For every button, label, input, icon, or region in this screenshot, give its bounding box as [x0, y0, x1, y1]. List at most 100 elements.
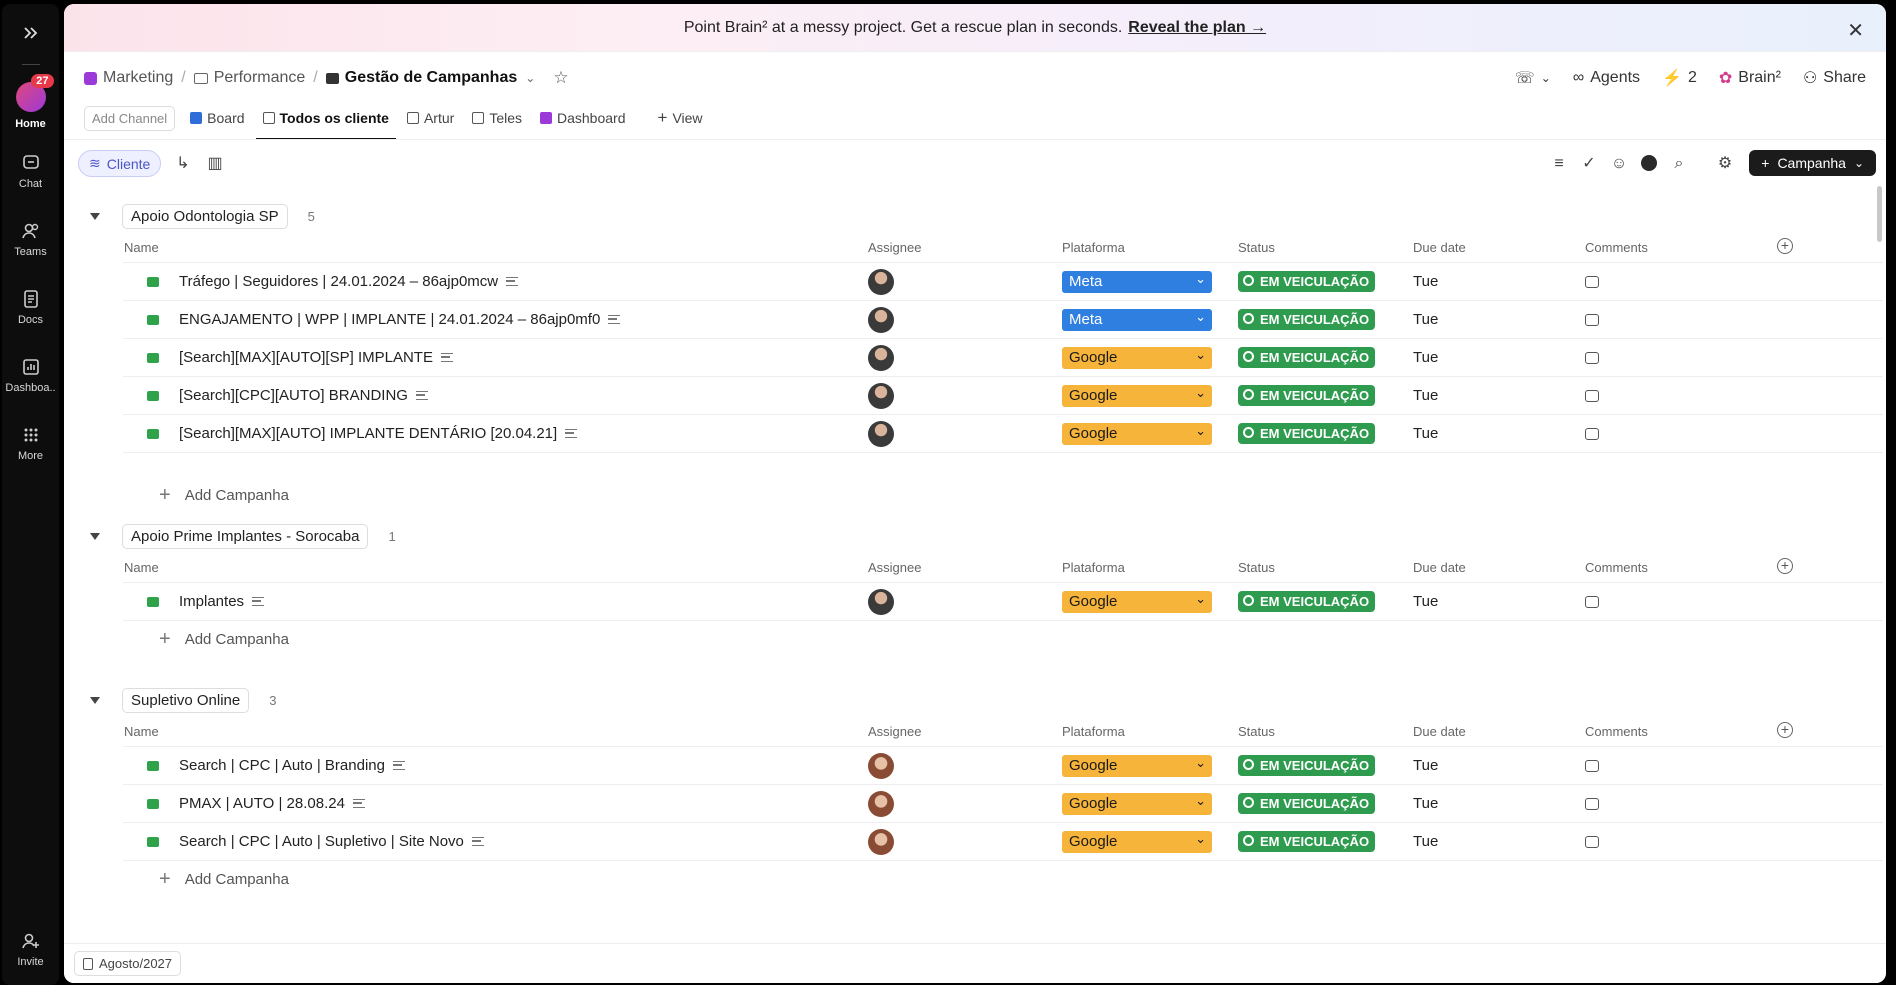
table-row[interactable]: Tráfego | Seguidores | 24.01.2024 – 86aj…	[123, 262, 1883, 300]
avatar[interactable]	[868, 588, 894, 615]
breadcrumb-list[interactable]: Gestão de Campanhas	[345, 69, 518, 87]
status-badge[interactable]: EM VEICULAÇÃO	[1238, 793, 1376, 814]
comment-icon[interactable]	[1585, 427, 1599, 440]
plataforma-select[interactable]: Google	[1062, 828, 1212, 853]
status-badge[interactable]: EM VEICULAÇÃO	[1238, 271, 1376, 292]
col-assignee[interactable]: Assignee	[868, 240, 921, 255]
avatar[interactable]	[868, 752, 894, 779]
col-status[interactable]: Status	[1238, 240, 1275, 255]
group-header[interactable]: Apoio Prime Implantes - Sorocaba 1	[90, 524, 396, 549]
group-header[interactable]: Apoio Odontologia SP 5	[90, 204, 315, 229]
status-badge[interactable]: EM VEICULAÇÃO	[1238, 831, 1376, 852]
avatar[interactable]	[1640, 155, 1658, 173]
due-date[interactable]: Tue	[1413, 757, 1438, 774]
plataforma-select[interactable]: Google	[1062, 420, 1212, 445]
table-row[interactable]: Search | CPC | Auto | Branding Google EM…	[123, 746, 1883, 784]
plataforma-select[interactable]: Google	[1062, 752, 1212, 777]
plataforma-select[interactable]: Google	[1062, 790, 1212, 815]
col-comments[interactable]: Comments	[1585, 560, 1648, 575]
group-by-pill[interactable]: ≋ Cliente	[78, 150, 162, 177]
status-badge[interactable]: EM VEICULAÇÃO	[1238, 309, 1376, 330]
col-status[interactable]: Status	[1238, 724, 1275, 739]
gear-icon[interactable]: ⚙	[1716, 155, 1734, 173]
task-name[interactable]: ENGAJAMENTO | WPP | IMPLANTE | 24.01.202…	[179, 311, 621, 328]
plataforma-select[interactable]: Google	[1062, 588, 1212, 613]
task-name[interactable]: [Search][MAX][AUTO][SP] IMPLANTE	[179, 349, 453, 366]
comment-icon[interactable]	[1585, 595, 1599, 608]
status-badge[interactable]: EM VEICULAÇÃO	[1238, 385, 1376, 406]
comment-icon[interactable]	[1585, 835, 1599, 848]
task-name[interactable]: Implantes	[179, 593, 265, 610]
task-name[interactable]: [Search][CPC][AUTO] BRANDING	[179, 387, 428, 404]
comment-icon[interactable]	[1585, 313, 1599, 326]
plataforma-select[interactable]: Meta	[1062, 268, 1212, 293]
chevron-down-icon[interactable]: ⌄	[1854, 156, 1864, 170]
tab-artur[interactable]: Artur	[404, 104, 457, 132]
table-row[interactable]: Implantes Google EM VEICULAÇÃO Tue	[123, 582, 1883, 620]
table-row[interactable]: [Search][CPC][AUTO] BRANDING Google EM V…	[123, 376, 1883, 414]
collapse-caret-icon[interactable]	[90, 213, 100, 220]
plataforma-select[interactable]: Google	[1062, 382, 1212, 407]
rail-teams[interactable]: Teams	[2, 220, 59, 258]
rail-invite[interactable]: Invite	[2, 930, 59, 968]
col-due[interactable]: Due date	[1413, 240, 1466, 255]
col-plataforma[interactable]: Plataforma	[1062, 560, 1125, 575]
avatar[interactable]	[868, 382, 894, 409]
share-button[interactable]: ⚇ Share	[1803, 68, 1866, 88]
add-column-icon[interactable]: +	[1777, 722, 1793, 738]
search-icon[interactable]: ⌕	[1670, 155, 1688, 173]
assignees-icon[interactable]: ☺	[1610, 155, 1628, 173]
add-channel-button[interactable]: Add Channel	[84, 105, 176, 131]
comment-icon[interactable]	[1585, 389, 1599, 402]
breadcrumb-space[interactable]: Marketing	[103, 69, 173, 87]
col-name[interactable]: Name	[124, 560, 159, 575]
breadcrumb-folder[interactable]: Performance	[214, 69, 306, 87]
task-name[interactable]: Search | CPC | Auto | Supletivo | Site N…	[179, 833, 484, 850]
call-button[interactable]: ☏ ⌄	[1515, 68, 1551, 88]
rail-dashboards[interactable]: Dashboa..	[2, 356, 59, 394]
collapse-caret-icon[interactable]	[90, 533, 100, 540]
add-view-button[interactable]: + View	[655, 102, 706, 134]
expand-rail-icon[interactable]	[2, 24, 59, 45]
rail-more[interactable]: More	[2, 424, 59, 462]
add-campanha-button[interactable]: + Add Campanha	[159, 868, 289, 891]
col-status[interactable]: Status	[1238, 560, 1275, 575]
agents-button[interactable]: ∞ Agents	[1573, 69, 1640, 87]
due-date[interactable]: Tue	[1413, 593, 1438, 610]
due-date[interactable]: Tue	[1413, 311, 1438, 328]
table-row[interactable]: PMAX | AUTO | 28.08.24 Google EM VEICULA…	[123, 784, 1883, 822]
add-campanha-button[interactable]: + Add Campanha	[159, 484, 289, 507]
col-comments[interactable]: Comments	[1585, 240, 1648, 255]
plataforma-select[interactable]: Google	[1062, 344, 1212, 369]
avatar[interactable]	[868, 790, 894, 817]
close-banner-icon[interactable]: ✕	[1847, 18, 1864, 43]
col-assignee[interactable]: Assignee	[868, 724, 921, 739]
status-badge[interactable]: EM VEICULAÇÃO	[1238, 423, 1376, 444]
due-date[interactable]: Tue	[1413, 795, 1438, 812]
avatar[interactable]	[868, 268, 894, 295]
col-plataforma[interactable]: Plataforma	[1062, 240, 1125, 255]
avatar[interactable]	[868, 420, 894, 447]
star-icon[interactable]: ☆	[553, 68, 568, 88]
tab-dashboard[interactable]: Dashboard	[537, 104, 629, 132]
comment-icon[interactable]	[1585, 759, 1599, 772]
add-column-icon[interactable]: +	[1777, 558, 1793, 574]
doc-tab[interactable]: Agosto/2027	[74, 951, 182, 976]
col-assignee[interactable]: Assignee	[868, 560, 921, 575]
columns-icon[interactable]: ▥	[206, 155, 224, 173]
check-circle-icon[interactable]: ✓	[1580, 155, 1598, 173]
tab-todos-os-cliente[interactable]: Todos os cliente	[255, 104, 397, 140]
automations-button[interactable]: ⚡ 2	[1662, 68, 1697, 88]
table-row[interactable]: Search | CPC | Auto | Supletivo | Site N…	[123, 822, 1883, 860]
comment-icon[interactable]	[1585, 351, 1599, 364]
comment-icon[interactable]	[1585, 797, 1599, 810]
due-date[interactable]: Tue	[1413, 349, 1438, 366]
col-plataforma[interactable]: Plataforma	[1062, 724, 1125, 739]
add-campanha-button[interactable]: + Add Campanha	[159, 628, 289, 651]
table-row[interactable]: [Search][MAX][AUTO][SP] IMPLANTE Google …	[123, 338, 1883, 376]
group-header[interactable]: Supletivo Online 3	[90, 688, 276, 713]
table-row[interactable]: [Search][MAX][AUTO] IMPLANTE DENTÁRIO [2…	[123, 414, 1883, 452]
avatar[interactable]	[868, 306, 894, 333]
col-due[interactable]: Due date	[1413, 560, 1466, 575]
table-row[interactable]: ENGAJAMENTO | WPP | IMPLANTE | 24.01.202…	[123, 300, 1883, 338]
